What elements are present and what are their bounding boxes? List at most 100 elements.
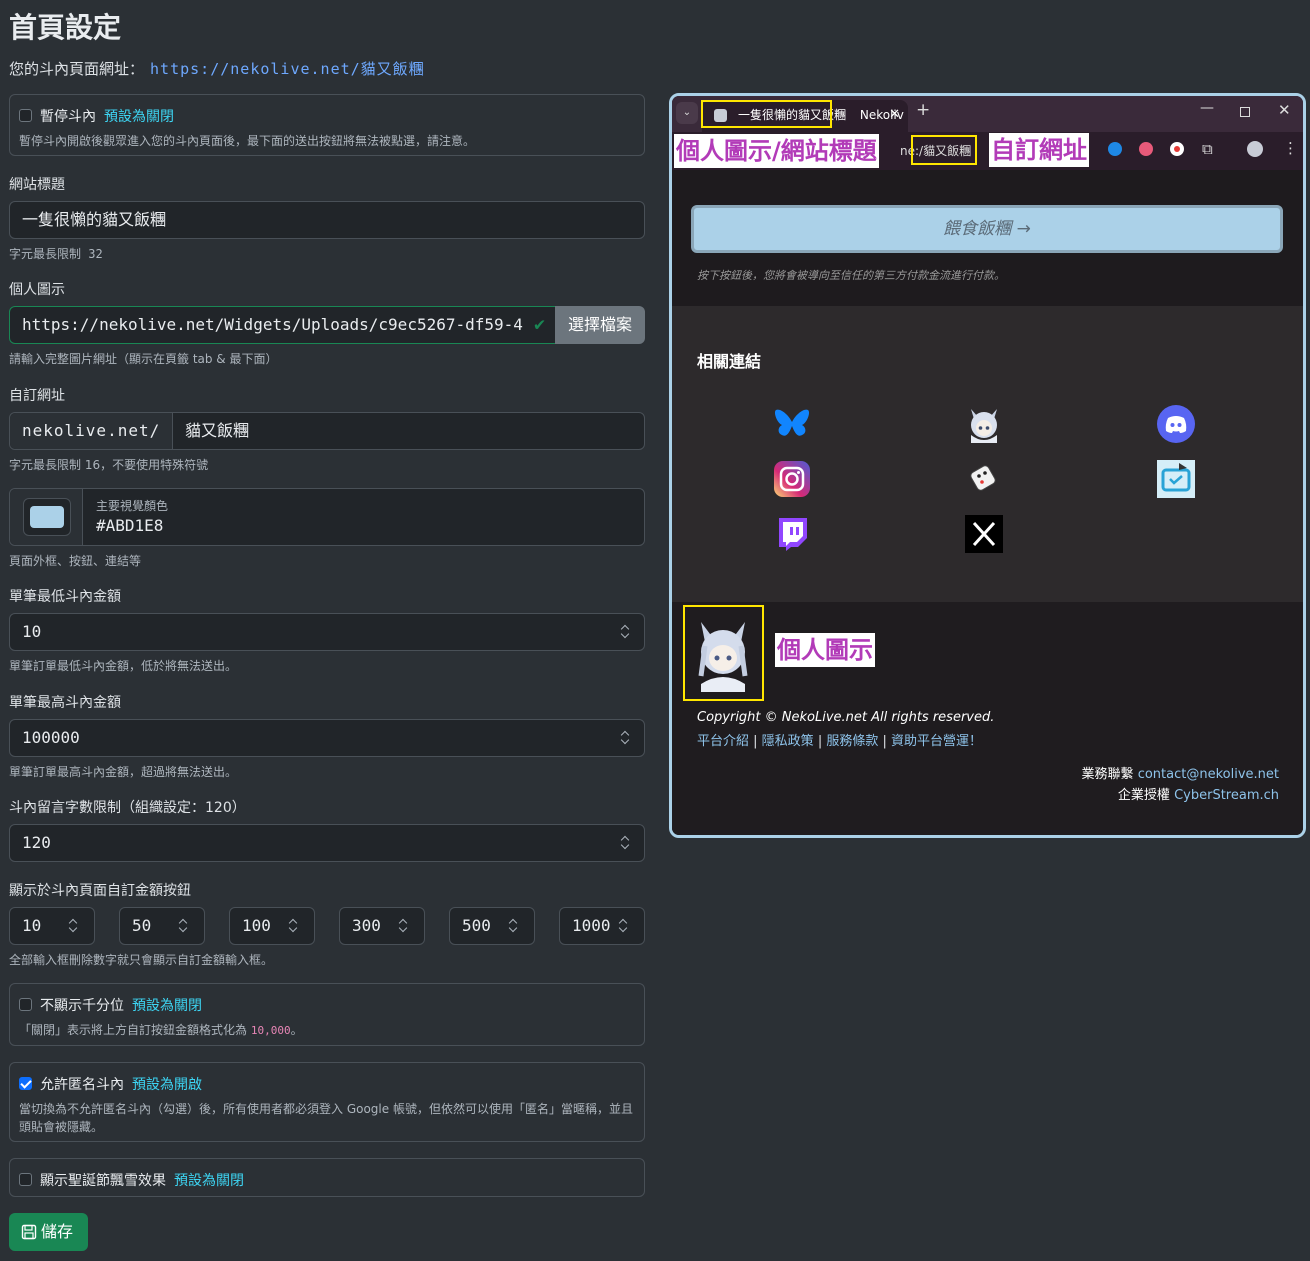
no-thousands-checkbox[interactable] bbox=[19, 998, 32, 1011]
custom-amount-input-2[interactable]: 50 bbox=[119, 907, 205, 945]
spinner-icon[interactable] bbox=[620, 730, 630, 746]
footer-link-support[interactable]: 資助平台營運！ bbox=[891, 734, 982, 749]
donate-url-line: 您的斗內頁面網址： https://nekolive.net/貓又飯糰 bbox=[9, 58, 425, 79]
tab-search-icon[interactable]: ⌄ bbox=[676, 102, 698, 124]
window-close-icon[interactable]: ✕ bbox=[1278, 101, 1291, 119]
instagram-icon[interactable] bbox=[773, 460, 811, 498]
msg-limit-input[interactable]: 120 bbox=[9, 824, 645, 862]
maximize-icon[interactable] bbox=[1240, 107, 1250, 117]
site-title-input[interactable]: 一隻很懶的貓又飯糰 bbox=[9, 201, 645, 239]
custom-amount-value: 10 bbox=[22, 916, 42, 935]
spinner-icon[interactable] bbox=[620, 835, 630, 851]
extension-icon-2[interactable] bbox=[1139, 142, 1153, 156]
extension-icon-3[interactable] bbox=[1170, 142, 1184, 156]
custom-amount-value: 50 bbox=[132, 916, 152, 935]
streamer-logo-icon[interactable] bbox=[1157, 460, 1195, 498]
spinner-icon[interactable] bbox=[68, 918, 78, 934]
min-amount-input[interactable]: 10 bbox=[9, 613, 645, 651]
custom-url-prefix: nekolive.net/ bbox=[10, 413, 173, 449]
custom-buttons-hint: 全部輸入框刪除數字就只會顯示自訂金額輸入框。 bbox=[9, 953, 274, 967]
no-thousands-default: 預設為關閉 bbox=[132, 997, 202, 1014]
valid-check-icon: ✔ bbox=[534, 314, 545, 335]
custom-amount-value: 100 bbox=[242, 916, 271, 935]
anonymous-checkbox[interactable] bbox=[19, 1077, 32, 1090]
color-value[interactable]: #ABD1E8 bbox=[96, 516, 163, 535]
footer-link-about[interactable]: 平台介紹 bbox=[697, 734, 749, 749]
license-label: 企業授權 bbox=[1117, 788, 1170, 803]
new-tab-icon[interactable]: + bbox=[916, 100, 930, 120]
snow-checkbox[interactable] bbox=[19, 1173, 32, 1186]
custom-amount-value: 500 bbox=[462, 916, 491, 935]
site-title-label: 網站標題 bbox=[9, 177, 65, 193]
floppy-disk-icon bbox=[21, 1224, 37, 1240]
bluesky-icon[interactable] bbox=[773, 405, 811, 443]
anonymous-setting: 允許匿名斗內 預設為開啟 當切換為不允許匿名斗內（勾選）後，所有使用者都必須登入 … bbox=[9, 1062, 645, 1142]
tab-highlight-box bbox=[701, 100, 832, 128]
feed-button[interactable]: 餵食飯糰 → bbox=[691, 205, 1283, 253]
format-example-code: 10,000 bbox=[250, 1023, 291, 1037]
anonymous-title: 允許匿名斗內 bbox=[40, 1076, 124, 1093]
extension-icon-1[interactable] bbox=[1108, 142, 1122, 156]
custom-amount-input-3[interactable]: 100 bbox=[229, 907, 315, 945]
vtuber-avatar-icon[interactable] bbox=[965, 405, 1003, 443]
anonymous-default: 預設為開啟 bbox=[132, 1076, 202, 1093]
twitch-icon[interactable] bbox=[773, 515, 811, 553]
spinner-icon[interactable] bbox=[288, 918, 298, 934]
pause-donate-checkbox[interactable] bbox=[19, 109, 32, 122]
spinner-icon[interactable] bbox=[398, 918, 408, 934]
color-label: 主要視覺顏色 bbox=[96, 499, 169, 513]
min-amount-value: 10 bbox=[22, 622, 42, 641]
footer-avatar bbox=[691, 614, 755, 692]
footer-link-terms[interactable]: 服務條款 bbox=[826, 734, 878, 749]
custom-amount-value: 1000 bbox=[572, 916, 611, 935]
spinner-icon[interactable] bbox=[508, 918, 518, 934]
no-thousands-desc-text: 「關閉」表示將上方自訂按鈕金額格式化為 bbox=[19, 1022, 248, 1037]
spinner-icon[interactable] bbox=[620, 624, 630, 640]
color-swatch-wrap[interactable] bbox=[10, 489, 83, 545]
custom-url-group: nekolive.net/ 貓又飯糰 bbox=[9, 412, 645, 450]
no-thousands-setting: 不顯示千分位 預設為關閉 「關閉」表示將上方自訂按鈕金額格式化為 10,000。 bbox=[9, 983, 645, 1046]
license-link[interactable]: CyberStream.ch bbox=[1174, 788, 1279, 803]
custom-amount-input-1[interactable]: 10 bbox=[9, 907, 95, 945]
annotation-avatar-label: 個人圖示 bbox=[775, 633, 875, 667]
profile-avatar-icon[interactable] bbox=[1247, 141, 1263, 157]
tab-close-icon[interactable]: ✕ bbox=[889, 100, 900, 130]
custom-amount-input-6[interactable]: 1000 bbox=[559, 907, 645, 945]
page-title: 首頁設定 bbox=[9, 11, 122, 44]
no-thousands-title: 不顯示千分位 bbox=[40, 997, 124, 1014]
custom-amount-input-4[interactable]: 300 bbox=[339, 907, 425, 945]
discord-icon[interactable] bbox=[1157, 405, 1195, 443]
no-thousands-desc-end: 。 bbox=[290, 1022, 303, 1037]
donate-url-link[interactable]: https://nekolive.net/貓又飯糰 bbox=[150, 60, 425, 78]
custom-amount-input-5[interactable]: 500 bbox=[449, 907, 535, 945]
contact-line: 業務聯繫 contact@nekolive.net bbox=[1082, 763, 1279, 782]
min-amount-hint: 單筆訂單最低斗內金額，低於將無法送出。 bbox=[9, 659, 238, 673]
choose-file-button[interactable]: 選擇檔案 bbox=[555, 306, 645, 344]
puzzle-icon[interactable]: ⧉ bbox=[1202, 140, 1213, 158]
url-highlight-box bbox=[911, 135, 977, 165]
custom-amount-value: 300 bbox=[352, 916, 381, 935]
dice-icon[interactable] bbox=[965, 460, 1003, 498]
avatar-label: 個人圖示 bbox=[9, 282, 65, 298]
snow-setting: 顯示聖誕節飄雪效果 預設為關閉 bbox=[9, 1158, 645, 1197]
custom-url-input[interactable]: 貓又飯糰 bbox=[185, 413, 249, 449]
snow-title: 顯示聖誕節飄雪效果 bbox=[40, 1172, 166, 1189]
max-amount-value: 100000 bbox=[22, 728, 80, 747]
avatar-url-input[interactable]: https://nekolive.net/Widgets/Uploads/c9e… bbox=[9, 306, 556, 344]
max-amount-input[interactable]: 100000 bbox=[9, 719, 645, 757]
color-hint: 頁面外框、按鈕、連結等 bbox=[9, 554, 142, 568]
minimize-icon[interactable]: — bbox=[1200, 100, 1214, 116]
custom-url-hint: 字元最長限制 16，不要使用特殊符號 bbox=[9, 458, 209, 472]
spinner-icon[interactable] bbox=[618, 918, 628, 934]
x-icon[interactable] bbox=[965, 515, 1003, 553]
menu-kebab-icon[interactable]: ⋮ bbox=[1283, 139, 1298, 157]
links-section bbox=[672, 306, 1303, 602]
save-button[interactable]: 儲存 bbox=[9, 1213, 88, 1251]
spinner-icon[interactable] bbox=[178, 918, 188, 934]
msg-limit-value: 120 bbox=[22, 833, 51, 852]
contact-email-link[interactable]: contact@nekolive.net bbox=[1138, 767, 1279, 782]
annotation-title-label: 個人圖示/網站標題 bbox=[674, 134, 879, 168]
avatar-url-value: https://nekolive.net/Widgets/Uploads/c9e… bbox=[22, 315, 523, 334]
footer-link-privacy[interactable]: 隱私政策 bbox=[762, 734, 814, 749]
anonymous-desc: 當切換為不允許匿名斗內（勾選）後，所有使用者都必須登入 Google 帳號，但依… bbox=[19, 1101, 633, 1134]
